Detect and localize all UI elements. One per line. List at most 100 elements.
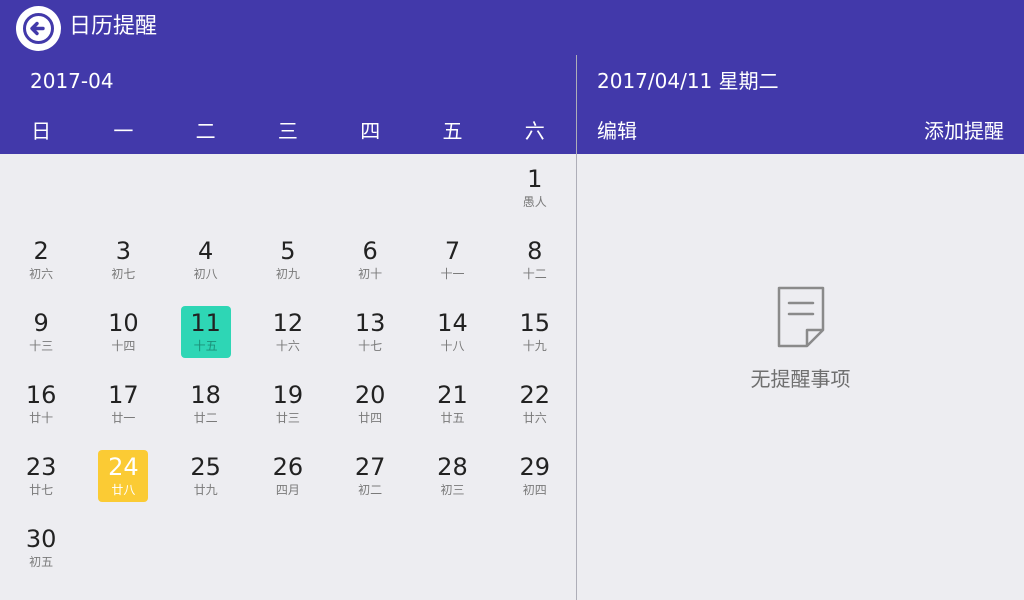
- calendar-day-16[interactable]: 16 廿十: [16, 378, 66, 430]
- calendar-day-8[interactable]: 8 十二: [510, 234, 560, 286]
- calendar-day-27[interactable]: 27 初二: [345, 450, 395, 502]
- day-number: 9: [33, 309, 49, 337]
- day-number: 29: [519, 453, 550, 481]
- calendar-cell: [411, 160, 493, 232]
- lunar-date: 十五: [193, 339, 218, 353]
- calendar-day-15[interactable]: 15 十九: [510, 306, 560, 358]
- calendar-day-2[interactable]: 2 初六: [16, 234, 66, 286]
- empty-state-text: 无提醒事项: [750, 367, 851, 391]
- lunar-date: 四月: [275, 483, 300, 497]
- document-icon: [777, 286, 825, 348]
- day-number: 6: [362, 237, 378, 265]
- lunar-date: 廿七: [29, 483, 54, 497]
- calendar-cell: 1 愚人: [494, 160, 576, 232]
- calendar-cell: 26 四月: [247, 448, 329, 520]
- lunar-date: 十八: [440, 339, 465, 353]
- day-number: 11: [190, 309, 221, 337]
- calendar-cell: [247, 160, 329, 232]
- calendar-cell: [82, 160, 164, 232]
- calendar-day-17[interactable]: 17 廿一: [98, 378, 148, 430]
- calendar-cell: 28 初三: [411, 448, 493, 520]
- calendar-week-row: 2 初六 3 初七 4 初八 5 初九 6 初十 7 十一 8 十二: [0, 232, 576, 304]
- calendar-day-18[interactable]: 18 廿二: [181, 378, 231, 430]
- day-number: 5: [280, 237, 296, 265]
- day-number: 3: [115, 237, 132, 265]
- calendar-day-23[interactable]: 23 廿七: [16, 450, 66, 502]
- day-number: 16: [25, 381, 57, 409]
- calendar-day-11[interactable]: 11 十五: [180, 306, 231, 358]
- back-button[interactable]: [16, 6, 61, 51]
- calendar-day-4[interactable]: 4 初八: [181, 234, 231, 286]
- day-number: 20: [354, 381, 386, 409]
- lunar-date: 愚人: [522, 195, 547, 209]
- top-bar: 日历提醒: [0, 0, 1024, 55]
- calendar-week-row: 30 初五: [0, 520, 576, 592]
- lunar-date: 廿一: [111, 411, 136, 425]
- calendar-cell: 16 廿十: [0, 376, 82, 448]
- calendar-day-13[interactable]: 13 十七: [345, 306, 395, 358]
- lunar-date: 初四: [522, 483, 547, 497]
- calendar-cell: [329, 160, 411, 232]
- lunar-date: 廿九: [193, 483, 218, 497]
- lunar-date: 廿二: [193, 411, 218, 425]
- calendar-day-25[interactable]: 25 廿九: [181, 450, 231, 502]
- calendar-cell: 13 十七: [329, 304, 411, 376]
- calendar-cell: [411, 520, 493, 592]
- lunar-date: 十九: [522, 339, 547, 353]
- calendar-cell: 12 十六: [247, 304, 329, 376]
- day-number: 18: [190, 381, 221, 409]
- calendar-day-3[interactable]: 3 初七: [98, 234, 148, 286]
- empty-state: 无提醒事项: [577, 154, 1024, 600]
- calendar-day-1[interactable]: 1 愚人: [510, 162, 560, 214]
- calendar-day-19[interactable]: 19 廿三: [263, 378, 313, 430]
- calendar-cell: 3 初七: [82, 232, 164, 304]
- calendar-cell: 6 初十: [329, 232, 411, 304]
- day-number: 12: [272, 309, 304, 337]
- calendar-cell: 29 初四: [494, 448, 576, 520]
- calendar-cell: [0, 160, 82, 232]
- calendar-cell: 21 廿五: [411, 376, 493, 448]
- selected-date-label: 2017/04/11 星期二: [597, 69, 779, 93]
- calendar-day-28[interactable]: 28 初三: [427, 450, 477, 502]
- lunar-date: 十六: [275, 339, 300, 353]
- day-number: 17: [108, 381, 139, 409]
- calendar-day-14[interactable]: 14 十八: [427, 306, 477, 358]
- calendar-day-29[interactable]: 29 初四: [510, 450, 560, 502]
- calendar-day-5[interactable]: 5 初九: [263, 234, 313, 286]
- calendar-day-21[interactable]: 21 廿五: [427, 378, 477, 430]
- lunar-date: 初五: [29, 555, 54, 569]
- calendar-cell: 27 初二: [329, 448, 411, 520]
- calendar-day-9[interactable]: 9 十三: [16, 306, 66, 358]
- calendar-day-22[interactable]: 22 廿六: [510, 378, 560, 430]
- calendar-week-row: 9 十三 10 十四 11 十五 12 十六 13 十七 14 十八 15 十九: [0, 304, 576, 376]
- day-number: 2: [33, 237, 49, 265]
- calendar-day-10[interactable]: 10 十四: [98, 306, 148, 358]
- calendar-day-6[interactable]: 6 初十: [345, 234, 395, 286]
- lunar-date: 初九: [275, 267, 300, 281]
- calendar-day-24[interactable]: 24 廿八: [98, 450, 149, 502]
- lunar-date: 初六: [29, 267, 54, 281]
- calendar-week-row: 16 廿十 17 廿一 18 廿二 19 廿三 20 廿四 21 廿五 22 廿六: [0, 376, 576, 448]
- weekday-label: 二: [195, 119, 216, 143]
- day-number: 1: [527, 165, 543, 193]
- calendar-cell: 19 廿三: [247, 376, 329, 448]
- calendar-cell: 4 初八: [165, 232, 247, 304]
- lunar-date: 十三: [29, 339, 54, 353]
- day-number: 30: [25, 525, 57, 553]
- edit-button[interactable]: 编辑: [597, 116, 637, 146]
- calendar-cell: [494, 520, 576, 592]
- lunar-date: 初三: [440, 483, 465, 497]
- calendar-day-20[interactable]: 20 廿四: [345, 378, 395, 430]
- calendar-cell: 24 廿八: [82, 448, 164, 520]
- day-number: 15: [519, 309, 550, 337]
- weekday-label: 三: [277, 119, 298, 143]
- add-reminder-button[interactable]: 添加提醒: [924, 116, 1004, 146]
- day-number: 14: [437, 309, 468, 337]
- lunar-date: 初十: [358, 267, 383, 281]
- calendar-day-30[interactable]: 30 初五: [16, 522, 66, 574]
- lunar-date: 十二: [522, 267, 547, 281]
- calendar-day-26[interactable]: 26 四月: [263, 450, 313, 502]
- calendar-day-7[interactable]: 7 十一: [427, 234, 477, 286]
- calendar-cell: [329, 520, 411, 592]
- calendar-day-12[interactable]: 12 十六: [263, 306, 313, 358]
